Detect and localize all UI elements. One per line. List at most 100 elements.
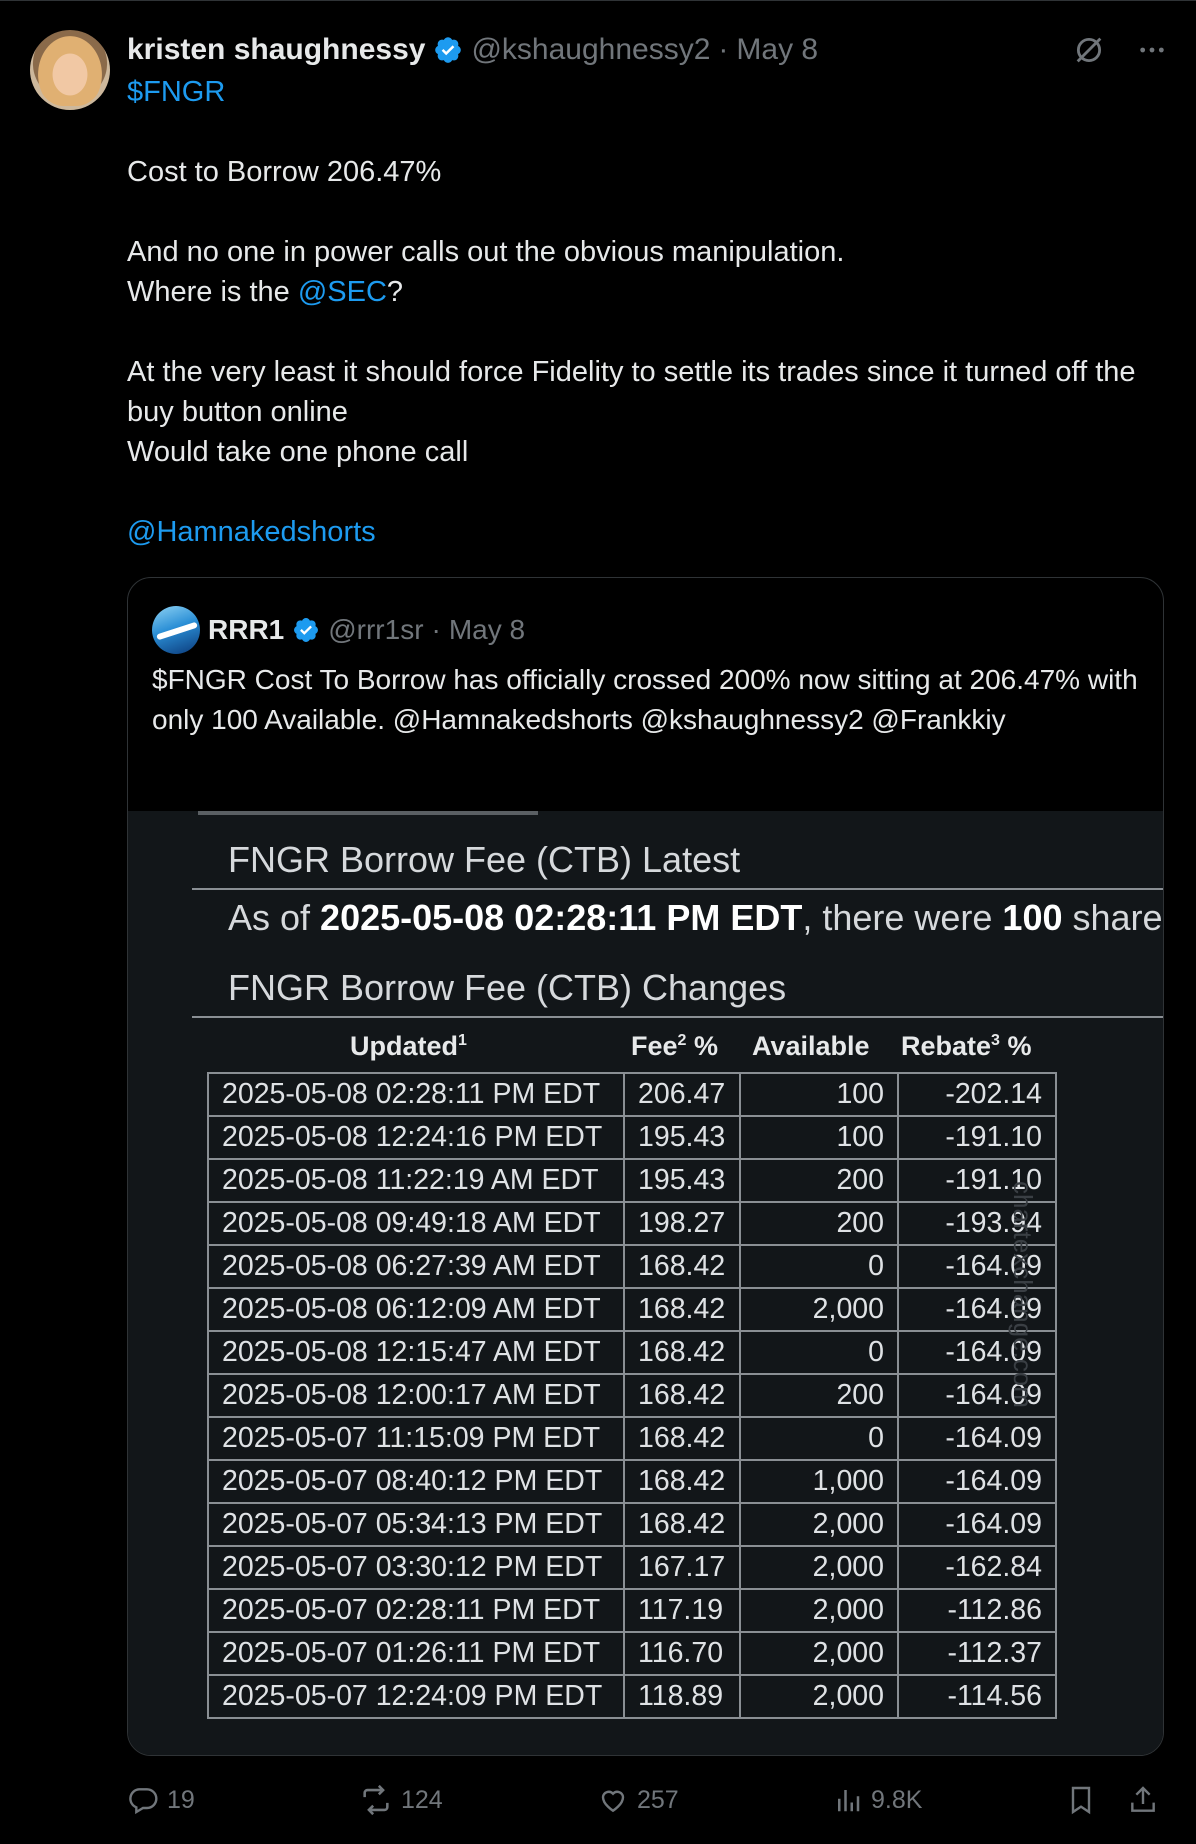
table-row: 2025-05-08 09:49:18 AM EDT 198.27 200 -193.… (207, 1201, 1057, 1246)
cell-updated: 2025-05-07 03:30:12 PM EDT (207, 1545, 625, 1590)
cell-fee: 167.17 (623, 1545, 741, 1590)
cell-updated: 2025-05-07 08:40:12 PM EDT (207, 1459, 625, 1504)
cell-available: 200 (739, 1201, 899, 1246)
author-name[interactable]: kristen shaughnessy (127, 33, 425, 67)
cell-available: 100 (739, 1115, 899, 1160)
tweet-line-fidelity: At the very least it should force Fideli… (127, 356, 1136, 428)
cell-updated: 2025-05-08 02:28:11 PM EDT (207, 1072, 625, 1117)
repost-count: 124 (401, 1785, 443, 1814)
table-row: 2025-05-08 11:22:19 AM EDT 195.43 200 -191.… (207, 1158, 1057, 1203)
cell-rebate: -164.09 (897, 1416, 1057, 1461)
quote-verified-badge-icon (292, 616, 320, 644)
ctb-divider-2 (192, 1016, 1163, 1018)
tweet[interactable]: kristen shaughnessy @kshaughnessy2 · May… (0, 0, 1196, 1844)
verified-badge-icon (433, 35, 463, 65)
like-button[interactable]: 257 (597, 1780, 679, 1820)
cell-fee: 168.42 (623, 1459, 741, 1504)
cell-available: 2,000 (739, 1674, 899, 1719)
ctb-asof-line: As of 2025-05-08 02:28:11 PM EDT, there … (228, 897, 1163, 939)
cell-fee: 195.43 (623, 1158, 741, 1203)
cell-fee: 116.70 (623, 1631, 741, 1676)
author-avatar[interactable] (30, 30, 110, 110)
grok-icon[interactable] (1072, 33, 1106, 67)
table-row: 2025-05-07 11:15:09 PM EDT 168.42 0 -164.09 (207, 1416, 1057, 1461)
ctb-divider-1 (192, 888, 1163, 890)
bookmark-button[interactable] (1065, 1780, 1097, 1820)
cell-rebate: -164.09 (897, 1459, 1057, 1504)
col-header-rebate: Rebate3 % (901, 1031, 1031, 1071)
views-button[interactable]: 9.8K (833, 1780, 922, 1820)
cell-fee: 168.42 (623, 1373, 741, 1418)
cell-updated: 2025-05-07 12:24:09 PM EDT (207, 1674, 625, 1719)
cell-rebate: -191.10 (897, 1115, 1057, 1160)
cell-updated: 2025-05-08 09:49:18 AM EDT (207, 1201, 625, 1246)
ctb-changes-title: FNGR Borrow Fee (CTB) Changes (228, 967, 787, 1008)
asof-time: 2025-05-08 02:28:11 PM EDT (320, 897, 803, 938)
cell-available: 2,000 (739, 1588, 899, 1633)
mention-sec-link[interactable]: @SEC (298, 276, 387, 308)
quote-image-ctb-table[interactable]: FNGR Borrow Fee (CTB) Latest As of 2025-… (128, 811, 1163, 1755)
tweet-top-icons (1072, 30, 1168, 70)
tweet-line-manipulation: And no one in power calls out the obviou… (127, 236, 845, 268)
cell-updated: 2025-05-08 12:24:16 PM EDT (207, 1115, 625, 1160)
cell-updated: 2025-05-07 11:15:09 PM EDT (207, 1416, 625, 1461)
cell-updated: 2025-05-07 05:34:13 PM EDT (207, 1502, 625, 1547)
table-row: 2025-05-08 06:27:39 AM EDT 168.42 0 -164.09 (207, 1244, 1057, 1289)
cell-available: 200 (739, 1158, 899, 1203)
cell-updated: 2025-05-08 12:15:47 AM EDT (207, 1330, 625, 1375)
tweet-line-cost: Cost to Borrow 206.47% (127, 156, 442, 188)
reply-button[interactable]: 19 (127, 1780, 195, 1820)
author-handle[interactable]: @kshaughnessy2 (471, 33, 710, 67)
tweet-line-sec-post: ? (386, 276, 404, 308)
cell-rebate: -114.56 (897, 1674, 1057, 1719)
cell-fee: 168.42 (623, 1330, 741, 1375)
quoted-tweet[interactable]: RRR1 @rrr1sr · May 8 $FNGR Cost To Borro… (127, 577, 1164, 1756)
cell-updated: 2025-05-07 01:26:11 PM EDT (207, 1631, 625, 1676)
cell-fee: 118.89 (623, 1674, 741, 1719)
cell-fee: 117.19 (623, 1588, 741, 1633)
table-row: 2025-05-07 02:28:11 PM EDT 117.19 2,000 -11… (207, 1588, 1057, 1633)
table-row: 2025-05-07 01:26:11 PM EDT 116.70 2,000 -11… (207, 1631, 1057, 1676)
cell-updated: 2025-05-07 02:28:11 PM EDT (207, 1588, 625, 1633)
cell-available: 200 (739, 1373, 899, 1418)
cell-fee: 206.47 (623, 1072, 741, 1117)
reply-icon (129, 1788, 158, 1815)
repost-button[interactable]: 124 (359, 1780, 443, 1820)
tweet-header: kristen shaughnessy @kshaughnessy2 · May… (127, 30, 818, 70)
tweet-actions-bar: 19 124 257 9.8K (127, 1780, 1167, 1820)
cell-updated: 2025-05-08 11:22:19 AM EDT (207, 1158, 625, 1203)
bookmark-icon (1071, 1786, 1091, 1815)
cashtag-link[interactable]: $FNGR (127, 76, 225, 108)
tweet-date[interactable]: May 8 (736, 33, 818, 67)
col-rebate-sup: 3 (991, 1032, 1000, 1049)
quote-avatar (152, 606, 200, 654)
asof-pre: As of (228, 897, 321, 938)
header-separator: · (718, 33, 729, 66)
cell-fee: 168.42 (623, 1244, 741, 1289)
cell-available: 2,000 (739, 1545, 899, 1590)
col-updated-sup: 1 (458, 1032, 467, 1049)
cell-available: 100 (739, 1072, 899, 1117)
table-row: 2025-05-08 02:28:11 PM EDT 206.47 100 -202.… (207, 1072, 1057, 1117)
more-options-icon[interactable] (1136, 34, 1168, 66)
col-updated-label: Updated (350, 1031, 458, 1061)
cell-rebate: -112.86 (897, 1588, 1057, 1633)
views-count: 9.8K (871, 1785, 923, 1814)
cell-fee: 168.42 (623, 1287, 741, 1332)
share-button[interactable] (1127, 1780, 1159, 1820)
mention-hamnakedshorts-link[interactable]: @Hamnakedshorts (127, 516, 376, 548)
tweet-line-sec-pre: Where is the (127, 276, 298, 308)
tweet-line-phone: Would take one phone call (127, 436, 469, 468)
views-icon (838, 1790, 860, 1812)
table-row: 2025-05-07 03:30:12 PM EDT 167.17 2,000 -16… (207, 1545, 1057, 1590)
cell-available: 2,000 (739, 1287, 899, 1332)
ctb-changes-table: 2025-05-08 02:28:11 PM EDT 206.47 100 -202.… (207, 1072, 1057, 1719)
cell-updated: 2025-05-08 06:12:09 AM EDT (207, 1287, 625, 1332)
repost-icon (363, 1784, 389, 1816)
cell-updated: 2025-05-08 06:27:39 AM EDT (207, 1244, 625, 1289)
table-row: 2025-05-08 12:24:16 PM EDT 195.43 100 -191.… (207, 1115, 1057, 1160)
chartexchange-watermark: chartexchange.com (1008, 1181, 1038, 1408)
col-rebate-pct: % (999, 1031, 1032, 1061)
table-row: 2025-05-08 12:15:47 AM EDT 168.42 0 -164.09 (207, 1330, 1057, 1375)
quote-author-handle: @rrr1sr (328, 614, 424, 645)
